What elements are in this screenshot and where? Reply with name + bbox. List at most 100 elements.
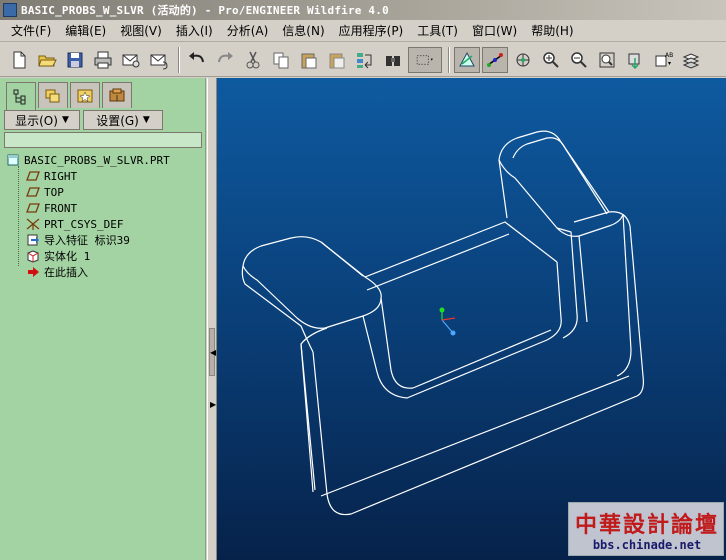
wireframe-edge <box>380 297 414 389</box>
part-wireframe[interactable] <box>217 78 726 560</box>
menu-edit[interactable]: 编辑(E) <box>58 21 113 41</box>
settings-button[interactable]: 设置(G) ▼ <box>83 110 163 130</box>
copy-icon[interactable] <box>268 47 294 73</box>
expand-right-icon[interactable]: ▶ <box>210 400 216 409</box>
wireframe-edge <box>300 327 328 493</box>
connections-tab[interactable] <box>102 82 132 108</box>
folder-browser-tab[interactable] <box>38 82 68 108</box>
tree-item-label: 导入特征 标识39 <box>44 234 130 247</box>
wireframe-edge <box>320 241 364 277</box>
wireframe-edge <box>320 375 630 497</box>
window-title: BASIC_PROBS_W_SLVR (活动的) - Pro/ENGINEER … <box>21 4 389 17</box>
wireframe-edge <box>578 235 588 323</box>
tree-item-insert-here[interactable]: 在此插入 <box>6 264 202 280</box>
wireframe-edge <box>300 343 316 491</box>
navigator-tabs <box>6 82 134 110</box>
new-file-icon[interactable] <box>6 47 32 73</box>
refit-icon[interactable] <box>594 47 620 73</box>
find-icon[interactable] <box>380 47 406 73</box>
navigator-buttons: 显示(O) ▼ 设置(G) ▼ <box>4 110 202 130</box>
wireframe-edge <box>364 221 558 278</box>
csys-glyph <box>439 307 456 336</box>
wireframe-edge <box>616 213 632 377</box>
tree-item-csys[interactable]: PRT_CSYS_DEF <box>6 216 202 232</box>
open-folder-icon[interactable] <box>34 47 60 73</box>
paste-special-icon[interactable] <box>324 47 350 73</box>
spin-center-icon[interactable] <box>510 47 536 73</box>
menu-analysis[interactable]: 分析(A) <box>220 21 276 41</box>
model-tree-tab[interactable] <box>6 82 36 110</box>
tree-item-front[interactable]: FRONT <box>6 200 202 216</box>
tree-item-label: PRT_CSYS_DEF <box>44 217 124 231</box>
title-bar[interactable]: BASIC_PROBS_W_SLVR (活动的) - Pro/ENGINEER … <box>0 0 726 20</box>
menu-applications[interactable]: 应用程序(P) <box>332 21 411 41</box>
wireframe-edge <box>312 211 644 516</box>
panel-splitter[interactable]: ◀ ▶ <box>207 78 217 560</box>
graphics-viewport[interactable]: 中華設計論壇 bbs.chinade.net <box>217 78 726 560</box>
mail-attach-icon[interactable] <box>146 47 172 73</box>
tree-item-top[interactable]: TOP <box>6 184 202 200</box>
save-icon[interactable] <box>62 47 88 73</box>
toolbar-separator <box>448 46 450 73</box>
menu-file[interactable]: 文件(F) <box>4 21 58 41</box>
regenerate-icon[interactable] <box>352 47 378 73</box>
model-tree: BASIC_PROBS_W_SLVR.PRT RIGHT TOP FRONT P… <box>6 152 202 280</box>
tree-item-label: 在此插入 <box>44 266 88 279</box>
tree-header-strip <box>4 132 202 148</box>
part-icon <box>6 153 20 167</box>
datum-axis-icon[interactable] <box>482 46 508 73</box>
wireframe-edge <box>498 130 610 213</box>
proe-window: BASIC_PROBS_W_SLVR (活动的) - Pro/ENGINEER … <box>0 0 726 560</box>
toolbar-separator <box>178 46 180 73</box>
menu-view[interactable]: 视图(V) <box>113 21 169 41</box>
tree-item-right[interactable]: RIGHT <box>6 168 202 184</box>
datum-plane-icon <box>26 201 40 215</box>
datum-plane-icon <box>26 169 40 183</box>
zoom-out-icon[interactable] <box>566 47 592 73</box>
menu-info[interactable]: 信息(N) <box>275 21 331 41</box>
send-mail-icon[interactable] <box>118 47 144 73</box>
navigator-panel: 显示(O) ▼ 设置(G) ▼ BASIC_PROBS_W_SLVR.PRT R… <box>0 78 206 560</box>
tree-item-solidify[interactable]: 实体化 1 <box>6 248 202 264</box>
wireframe-edge <box>498 159 624 237</box>
layers-icon[interactable] <box>678 47 704 73</box>
tree-root-item[interactable]: BASIC_PROBS_W_SLVR.PRT <box>6 152 202 168</box>
wireframe-edge <box>241 265 314 353</box>
coordinate-system-icon <box>26 217 40 231</box>
svg-text:AB: AB <box>665 52 673 59</box>
watermark-url: bbs.chinade.net <box>592 538 702 552</box>
cut-icon[interactable] <box>240 47 266 73</box>
wireframe-edge <box>512 137 608 215</box>
zoom-in-icon[interactable] <box>538 47 564 73</box>
undo-icon[interactable] <box>184 47 210 73</box>
import-feature-icon <box>26 233 40 247</box>
tree-root-label: BASIC_PROBS_W_SLVR.PRT <box>24 153 170 167</box>
tree-item-label: RIGHT <box>44 169 78 183</box>
menu-tools[interactable]: 工具(T) <box>410 21 465 41</box>
forum-watermark: 中華設計論壇 bbs.chinade.net <box>568 502 724 556</box>
menu-bar: 文件(F) 编辑(E) 视图(V) 插入(I) 分析(A) 信息(N) 应用程序… <box>0 20 726 42</box>
saved-views-icon[interactable]: AB <box>650 47 676 73</box>
print-icon[interactable] <box>90 47 116 73</box>
tree-item-label: FRONT <box>44 201 78 215</box>
menu-help[interactable]: 帮助(H) <box>524 21 580 41</box>
redo-icon[interactable] <box>212 47 238 73</box>
select-box-icon[interactable] <box>408 46 442 73</box>
collapse-left-icon[interactable]: ◀ <box>210 348 216 357</box>
show-button[interactable]: 显示(O) ▼ <box>4 110 80 130</box>
chevron-down-icon: ▼ <box>142 115 150 125</box>
wireframe-edge <box>366 233 510 291</box>
tree-connector-line <box>18 166 19 266</box>
chevron-down-icon: ▼ <box>61 115 69 125</box>
menu-window[interactable]: 窗口(W) <box>465 21 524 41</box>
favorites-tab[interactable] <box>70 82 100 108</box>
menu-insert[interactable]: 插入(I) <box>169 21 220 41</box>
wireframe-edge <box>498 159 508 219</box>
datum-display-icon[interactable] <box>454 46 480 73</box>
wireframe-edge <box>242 265 382 329</box>
show-button-label: 显示(O) <box>15 113 58 128</box>
paste-icon[interactable] <box>296 47 322 73</box>
orient-icon[interactable] <box>622 47 648 73</box>
tree-item-import-feature[interactable]: 导入特征 标识39 <box>6 232 202 248</box>
datum-plane-icon <box>26 185 40 199</box>
